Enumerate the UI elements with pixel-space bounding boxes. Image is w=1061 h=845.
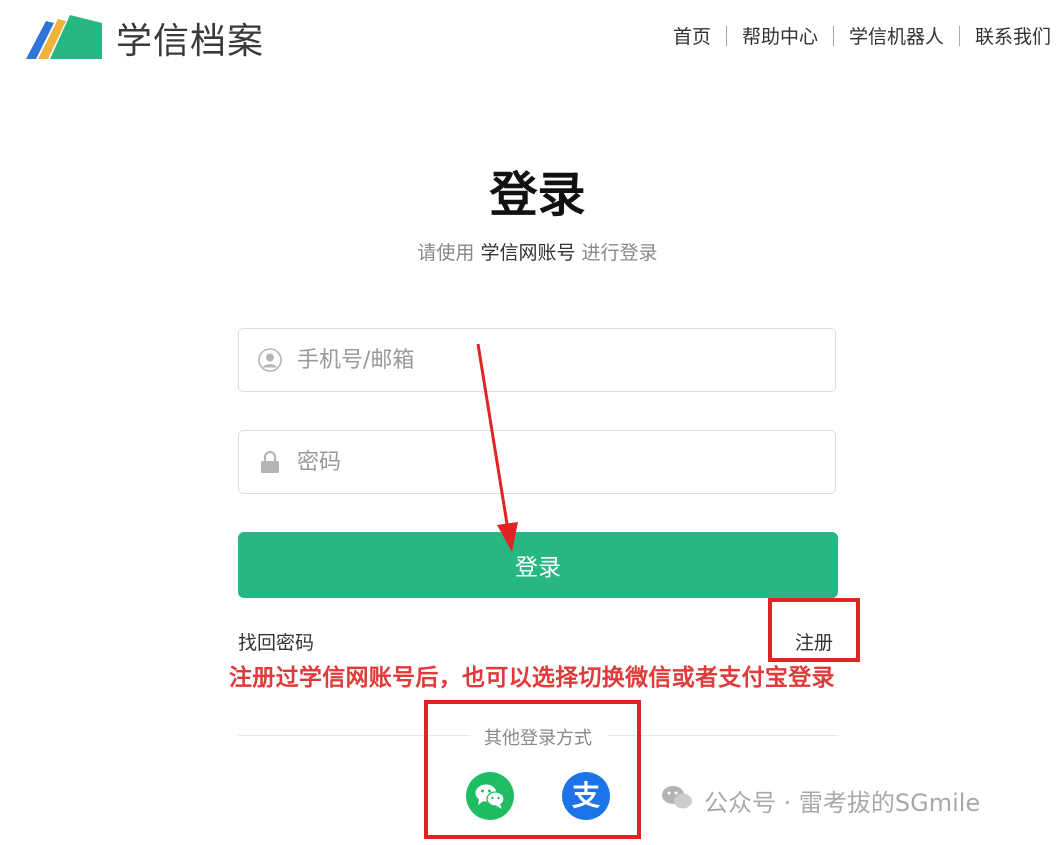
nav-divider bbox=[958, 25, 960, 46]
login-subtitle: 请使用 学信网账号 进行登录 bbox=[0, 238, 1061, 265]
nav-help-center[interactable]: 帮助中心 bbox=[742, 22, 818, 49]
user-icon bbox=[257, 347, 283, 373]
top-nav: 首页 帮助中心 学信机器人 联系我们 bbox=[673, 22, 1051, 49]
login-button[interactable]: 登录 bbox=[238, 532, 838, 598]
nav-contact[interactable]: 联系我们 bbox=[975, 22, 1051, 49]
logo-icon bbox=[26, 15, 102, 59]
brand-name: 学信档案 bbox=[116, 21, 265, 62]
forgot-password-link[interactable]: 找回密码 bbox=[238, 628, 314, 655]
annotation-box-other-login bbox=[424, 700, 641, 839]
divider-right bbox=[608, 735, 838, 736]
subtitle-prefix: 请使用 bbox=[417, 242, 475, 264]
watermark: 公众号 · 雷考拔的SGmile bbox=[660, 783, 980, 818]
subtitle-account: 学信网账号 bbox=[480, 242, 576, 264]
page-title: 登录 bbox=[489, 167, 586, 223]
lock-icon bbox=[257, 449, 283, 475]
username-field[interactable] bbox=[238, 328, 836, 392]
username-input[interactable] bbox=[295, 346, 819, 374]
nav-divider bbox=[832, 25, 834, 46]
annotation-arrow-icon bbox=[476, 343, 518, 552]
brand-logo[interactable]: 学信档案 bbox=[24, 12, 264, 64]
password-field[interactable] bbox=[238, 430, 836, 494]
nav-robot[interactable]: 学信机器人 bbox=[849, 22, 944, 49]
annotation-note: 注册过学信网账号后，也可以选择切换微信或者支付宝登录 bbox=[229, 665, 835, 691]
nav-home[interactable]: 首页 bbox=[673, 22, 711, 49]
annotation-box-register bbox=[768, 598, 860, 662]
watermark-text: 公众号 · 雷考拔的SGmile bbox=[704, 789, 981, 817]
subtitle-suffix: 进行登录 bbox=[581, 242, 658, 264]
wechat-watermark-icon bbox=[660, 784, 694, 818]
nav-divider bbox=[725, 25, 727, 46]
password-input[interactable] bbox=[295, 448, 819, 476]
